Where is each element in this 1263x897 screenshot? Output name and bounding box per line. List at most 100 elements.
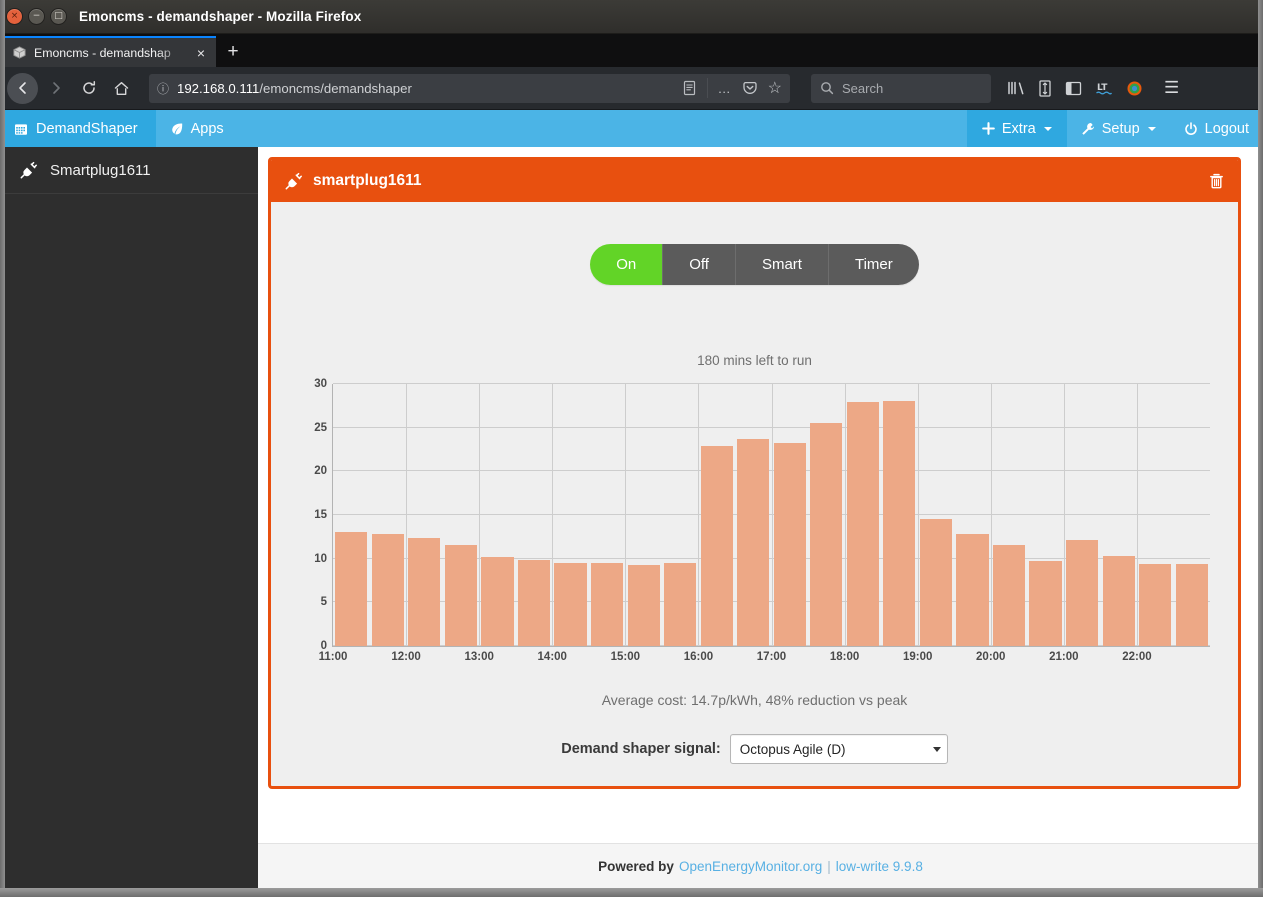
nav-item-apps[interactable]: Apps [156,110,238,147]
footer-powered-by: Powered by [598,858,674,874]
url-bar[interactable]: ⓘ 192.168.0.111/emoncms/demandshaper … ☆ [149,73,790,103]
url-text: 192.168.0.111/emoncms/demandshaper [177,81,674,96]
chart-x-tick-label: 19:00 [902,651,933,663]
nav-item-extra[interactable]: Extra [966,110,1067,147]
chart-x-tick-label: 20:00 [976,651,1006,663]
chart-bars [333,384,1210,646]
mode-button-bar: On Off Smart Timer [289,244,1220,285]
chart-bar[interactable] [335,532,368,646]
chart-bar[interactable] [919,519,952,646]
chart-bar[interactable] [883,401,916,646]
home-button[interactable] [106,73,137,104]
sidebar: Smartplug1611 [0,147,258,888]
chart-plot-area: 0 5 10 15 20 25 30 11:00 12:00 13:00 14:00 15:00 16… [314,378,1210,663]
arrow-right-icon [52,82,60,94]
window-close-button[interactable]: × [6,8,23,25]
sidebar-icon[interactable] [1065,81,1082,96]
leaf-icon [170,122,184,136]
chart-bar[interactable] [1066,540,1099,646]
chart-bar[interactable] [992,544,1026,646]
home-icon [114,81,129,95]
chart-bar[interactable] [554,563,587,646]
page-actions-icon[interactable]: … [718,81,732,96]
nav-label-setup: Setup [1101,120,1140,137]
mode-button-off[interactable]: Off [663,244,736,285]
chart-bar[interactable] [408,537,441,646]
chart-x-tick-label: 11:00 [318,651,348,663]
minimize-icon: − [32,11,41,21]
chart-y-tick-label: 20 [314,465,327,478]
chart-x-tick-label: 14:00 [537,651,567,663]
chart-y-tick-label: 5 [320,596,327,609]
chart-bar[interactable] [956,534,989,646]
lt-addon-icon[interactable]: LT [1095,80,1113,97]
chart-x-tick-label: 13:00 [464,651,494,663]
forward-button[interactable] [40,73,71,104]
bookmark-star-icon[interactable]: ☆ [768,78,782,98]
device-panel: smartplug1611 On Off Smart Timer 180 min… [268,157,1241,789]
chart-bar[interactable] [444,544,477,646]
reload-icon [82,81,95,94]
chart-bar[interactable] [737,439,770,646]
new-tab-button[interactable]: + [216,36,250,67]
signal-select[interactable]: Octopus Agile (D) [729,734,948,764]
chart-bar[interactable] [1139,563,1172,646]
close-icon[interactable]: × [192,44,210,62]
chart-bar[interactable] [517,559,551,646]
power-icon [1184,121,1198,136]
page-body: Smartplug1611 smartplug1611 On Off Smart… [0,147,1263,888]
chart-bar[interactable] [1175,563,1208,646]
average-cost-label: Average cost: 14.7p/kWh, 48% reduction v… [601,692,908,708]
footer-version-link[interactable]: low-write 9.9.8 [836,859,923,874]
mode-button-on[interactable]: On [590,244,664,285]
back-button[interactable] [7,72,38,104]
chart-bar[interactable] [664,563,697,646]
menu-icon[interactable]: ☰ [1164,78,1179,98]
main-content: smartplug1611 On Off Smart Timer 180 min… [258,147,1263,888]
library-icon[interactable] [1007,80,1025,96]
chart-bar[interactable] [810,423,843,646]
run-status-label: 180 mins left to run [697,353,812,368]
browser-tab[interactable]: Emoncms - demandshap × [2,36,216,67]
window-maximize-button[interactable]: □ [50,8,67,25]
chart-bar[interactable] [700,446,733,646]
close-icon: × [10,11,19,21]
chevron-down-icon [932,746,941,752]
chart-bar[interactable] [1029,561,1062,646]
footer-org-link[interactable]: OpenEnergyMonitor.org [679,859,822,874]
nav-item-logout[interactable]: Logout [1170,110,1263,147]
chart-bar[interactable] [773,442,806,646]
tab-title: Emoncms - demandshap [34,45,171,60]
chart-x-tick-label: 21:00 [1049,651,1079,663]
sidebar-item-smartplug1611[interactable]: Smartplug1611 [0,147,258,194]
pocket-icon[interactable] [742,80,758,96]
nav-item-setup[interactable]: Setup [1067,110,1170,147]
chart-bar[interactable] [481,556,514,646]
chart-bar[interactable] [846,402,879,646]
chart-x-tick-label: 17:00 [756,651,787,663]
search-bar[interactable]: Search [811,73,991,103]
nav-item-demandshaper[interactable]: DemandShaper [0,110,156,147]
globe-addon-icon[interactable] [1126,80,1143,97]
chevron-down-icon [1147,126,1156,131]
nav-label-demandshaper: DemandShaper [36,120,138,137]
reader-view-icon[interactable] [682,80,697,96]
screenshot-icon[interactable] [1038,79,1052,97]
search-input[interactable]: Search [842,81,883,96]
mode-button-smart[interactable]: Smart [735,244,829,285]
url-host: 192.168.0.111 [177,80,260,96]
maximize-icon: □ [54,11,63,21]
trash-icon[interactable] [1209,173,1224,189]
price-chart: 0 5 10 15 20 25 30 11:00 12:00 13:00 14:00 15:00 16… [294,374,1215,674]
mode-button-group: On Off Smart Timer [590,244,919,285]
chart-bar[interactable] [627,564,660,646]
reload-button[interactable] [73,73,104,104]
calendar-icon [14,122,28,136]
site-identity-icon[interactable]: ⓘ [157,80,169,97]
mode-button-timer[interactable]: Timer [828,244,919,285]
window-minimize-button[interactable]: − [28,8,45,25]
chart-bar[interactable] [371,534,404,646]
chart-bar[interactable] [1102,556,1135,646]
chart-bar[interactable] [590,563,624,646]
